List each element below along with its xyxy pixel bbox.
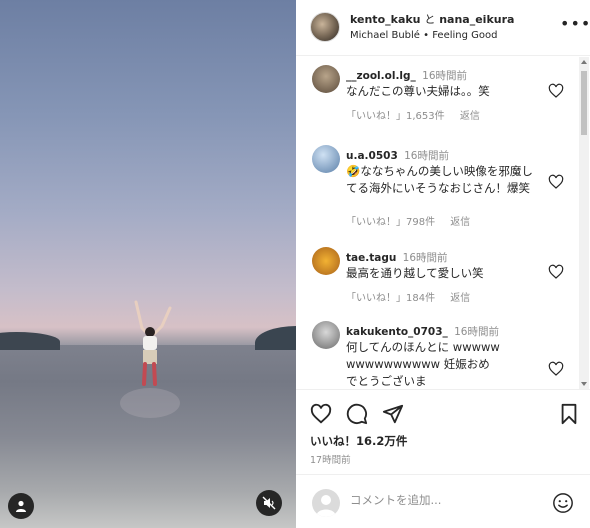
likes-count[interactable]: いいね！16.2万件 bbox=[310, 433, 407, 449]
comment-username[interactable]: u.a.0503 bbox=[346, 150, 398, 162]
comment-text: 最高を通り越して愛しい笑 bbox=[346, 266, 484, 280]
comment-meta: 「いいね！」798件 返信 bbox=[346, 213, 482, 228]
heart-icon[interactable] bbox=[548, 83, 564, 99]
share-icon[interactable] bbox=[382, 403, 404, 425]
heart-icon[interactable] bbox=[548, 361, 564, 377]
post-video[interactable] bbox=[0, 0, 296, 528]
commenter-avatar[interactable] bbox=[312, 65, 340, 93]
comment-text: 何してんのほんとに wwwwwwwwwwwwwww 妊娠おめでとうございま bbox=[346, 340, 500, 388]
muted-speaker-icon[interactable] bbox=[256, 490, 282, 516]
comment-likes[interactable]: 「いいね！」798件 bbox=[346, 217, 435, 228]
post-header: kento_kaku と nana_eikura Michael Bublé •… bbox=[296, 0, 590, 56]
comment-header: tae.tagu 16時間前 bbox=[346, 250, 448, 265]
reply-button[interactable]: 返信 bbox=[450, 293, 470, 304]
comment-item: kakukento_0703_ 16時間前 何してんのほんとに wwwwwwww… bbox=[296, 313, 581, 389]
comment-time: 16時間前 bbox=[404, 150, 449, 162]
comment-meta: 「いいね！」1,653件 返信 bbox=[346, 107, 492, 122]
commenter-avatar[interactable] bbox=[312, 145, 340, 173]
comment-username[interactable]: __zool.ol.lg_ bbox=[346, 70, 416, 82]
comment-time: 16時間前 bbox=[454, 326, 499, 338]
island-right bbox=[255, 326, 296, 350]
comment-header: kakukento_0703_ 16時間前 bbox=[346, 324, 499, 339]
scroll-up-arrow[interactable] bbox=[581, 60, 587, 64]
reply-button[interactable]: 返信 bbox=[450, 217, 470, 228]
post-actions: いいね！16.2万件 17時間前 bbox=[296, 389, 590, 471]
comment-likes[interactable]: 「いいね！」1,653件 bbox=[346, 111, 445, 122]
and-separator: と bbox=[424, 13, 436, 26]
scrollbar-thumb[interactable] bbox=[581, 71, 587, 135]
author-names: kento_kaku と nana_eikura bbox=[350, 11, 514, 27]
author-link-2[interactable]: nana_eikura bbox=[439, 13, 514, 26]
comment-time: 16時間前 bbox=[402, 252, 448, 264]
island-left bbox=[0, 332, 60, 350]
comment-likes[interactable]: 「いいね！」184件 bbox=[346, 293, 435, 304]
post-details-panel: kento_kaku と nana_eikura Michael Bublé •… bbox=[296, 0, 590, 528]
heart-icon[interactable] bbox=[548, 174, 564, 190]
commenter-avatar[interactable] bbox=[312, 247, 340, 275]
add-comment-bar bbox=[296, 474, 590, 528]
water-reflection bbox=[120, 388, 180, 418]
comment-meta: 「いいね！」184件 返信 bbox=[346, 289, 482, 304]
more-options-button[interactable]: ••• bbox=[560, 14, 590, 33]
user-tag-icon[interactable] bbox=[8, 493, 34, 519]
comment-username[interactable]: kakukento_0703_ bbox=[346, 326, 448, 338]
scroll-down-arrow[interactable] bbox=[581, 382, 587, 386]
comment-item: tae.tagu 16時間前 最高を通り越して愛しい笑 「いいね！」184件 返… bbox=[296, 239, 581, 309]
comment-text: なんだこの尊い夫婦は。。笑 bbox=[346, 84, 490, 98]
comment-time: 16時間前 bbox=[422, 70, 468, 82]
post-time[interactable]: 17時間前 bbox=[310, 452, 351, 466]
heart-icon[interactable] bbox=[548, 264, 564, 280]
author-link-1[interactable]: kento_kaku bbox=[350, 13, 421, 26]
comments-scrollbar[interactable] bbox=[579, 57, 589, 389]
reply-button[interactable]: 返信 bbox=[460, 111, 480, 122]
comment-header: __zool.ol.lg_ 16時間前 bbox=[346, 68, 467, 83]
comment-header: u.a.0503 16時間前 bbox=[346, 148, 449, 163]
person-figure bbox=[134, 300, 172, 386]
author-avatar[interactable] bbox=[310, 12, 340, 42]
like-heart-icon[interactable] bbox=[310, 403, 332, 425]
add-comment-input[interactable] bbox=[350, 493, 520, 507]
comment-item: u.a.0503 16時間前 🤣ななちゃんの美しい映像を邪魔してる海外にいそうな… bbox=[296, 137, 581, 237]
audio-track-link[interactable]: Michael Bublé • Feeling Good bbox=[350, 30, 497, 41]
current-user-avatar bbox=[312, 489, 340, 517]
comment-text: 🤣ななちゃんの美しい映像を邪魔してる海外にいそうなおじさん！爆笑 bbox=[346, 164, 533, 195]
bookmark-icon[interactable] bbox=[558, 403, 580, 425]
comments-list: __zool.ol.lg_ 16時間前 なんだこの尊い夫婦は。。笑 「いいね！」… bbox=[296, 57, 590, 389]
emoji-icon[interactable] bbox=[552, 492, 574, 514]
comment-username[interactable]: tae.tagu bbox=[346, 252, 396, 264]
commenter-avatar[interactable] bbox=[312, 321, 340, 349]
comment-icon[interactable] bbox=[346, 403, 368, 425]
comment-item: __zool.ol.lg_ 16時間前 なんだこの尊い夫婦は。。笑 「いいね！」… bbox=[296, 57, 581, 131]
